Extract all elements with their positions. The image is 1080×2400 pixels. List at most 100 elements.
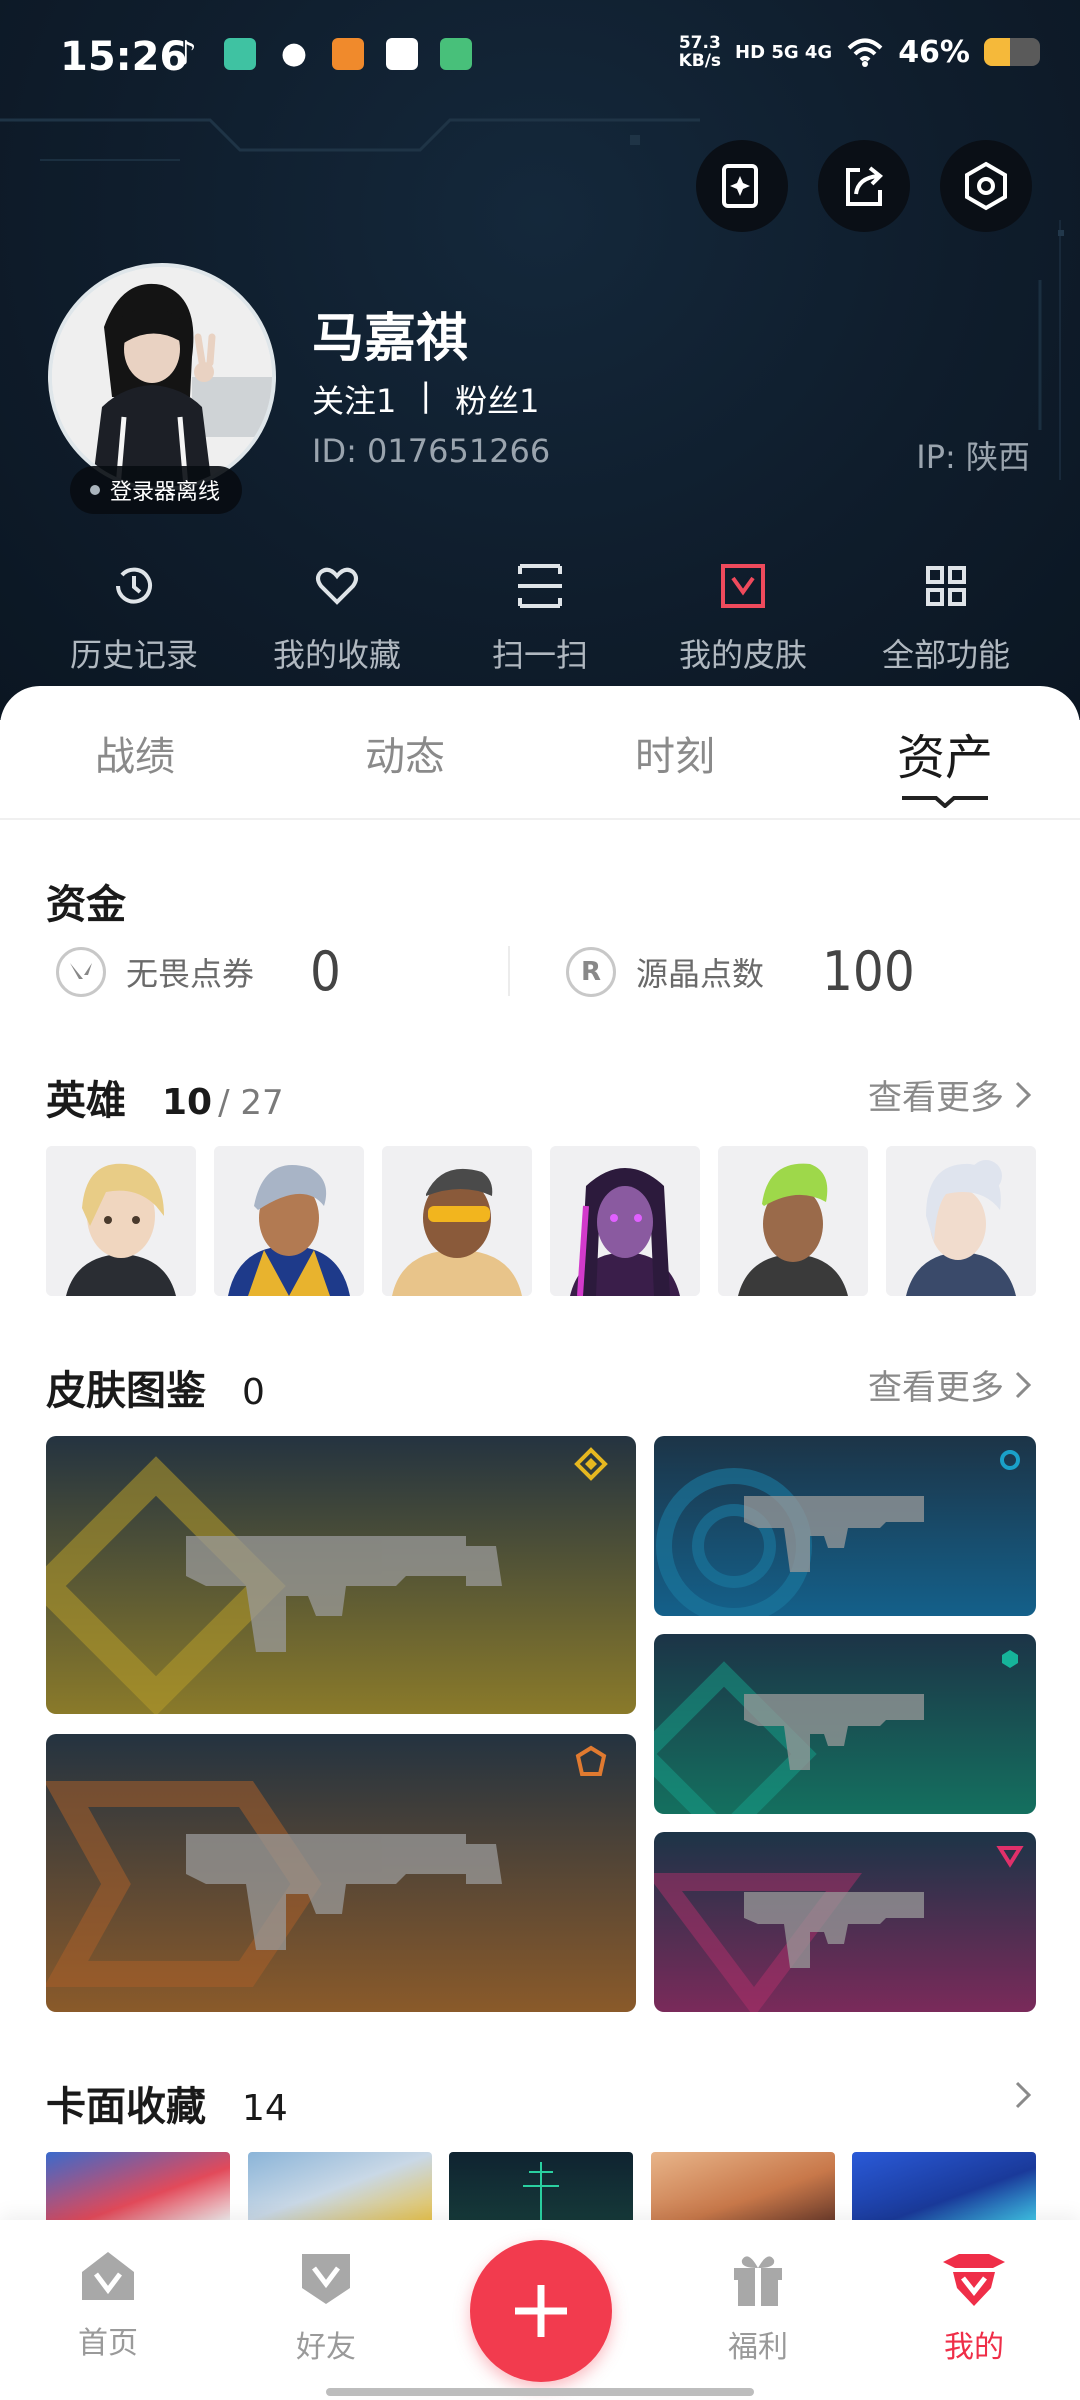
- friends-icon: [302, 2254, 350, 2304]
- chevron-right-icon: [1015, 1371, 1032, 1398]
- cards-count: 14: [242, 2088, 288, 2129]
- skins-title: 皮肤图鉴: [46, 1368, 206, 1414]
- notification-icons: ♪ ●: [170, 36, 472, 71]
- fund-value: 0: [310, 940, 341, 1003]
- radianite-icon: R: [566, 946, 616, 997]
- share-button[interactable]: [818, 140, 910, 232]
- heroes-total: / 27: [218, 1083, 284, 1123]
- player-card[interactable]: [247, 2152, 432, 2222]
- status-right: 57.3 KB/s HD 5G 4G 46%: [679, 34, 1040, 70]
- qq-icon: ●: [280, 36, 308, 71]
- fund-radianite: R 源晶点数 100: [566, 940, 915, 1003]
- card-list: [46, 2152, 1036, 2222]
- hero-portrait[interactable]: [214, 1146, 364, 1296]
- player-card[interactable]: [46, 2152, 230, 2222]
- hero-portrait[interactable]: [886, 1146, 1036, 1296]
- quick-action-favorites[interactable]: 我的收藏: [237, 560, 437, 676]
- skins-header: 皮肤图鉴 0: [46, 1358, 265, 1416]
- quick-actions: 历史记录 我的收藏 扫一扫 我的皮肤 全部功能: [34, 560, 1046, 676]
- quick-action-scan[interactable]: 扫一扫: [440, 560, 640, 676]
- hero-portrait[interactable]: [382, 1146, 532, 1296]
- history-icon: [116, 567, 152, 604]
- wifi-icon: [847, 38, 883, 67]
- gift-icon: [734, 2256, 782, 2306]
- tab-record[interactable]: 战绩: [0, 686, 270, 818]
- gesture-bar[interactable]: [326, 2388, 754, 2396]
- user-name: 马嘉祺: [312, 309, 469, 369]
- network-signal-icon: HD 5G 4G: [735, 41, 833, 63]
- skin-card-green[interactable]: [654, 1634, 1036, 1814]
- nav-friends[interactable]: 好友: [256, 2248, 396, 2366]
- heroes-see-more[interactable]: 查看更多: [868, 1070, 1032, 1119]
- hero-portrait[interactable]: [46, 1146, 196, 1296]
- fans-count[interactable]: 粉丝1: [455, 376, 539, 422]
- app-notification-icon: [332, 38, 364, 70]
- avatar[interactable]: [48, 263, 276, 491]
- chevron-right-icon: [1015, 1081, 1032, 1108]
- grid-icon: [926, 566, 966, 606]
- valorant-points-icon: [56, 946, 106, 997]
- cards-title: 卡面收藏: [46, 2084, 206, 2130]
- home-icon: [82, 2252, 134, 2300]
- tab-moments[interactable]: 时刻: [540, 686, 810, 818]
- app-notification-icon: [440, 38, 472, 70]
- tab-feed[interactable]: 动态: [270, 686, 540, 818]
- settings-button[interactable]: [940, 140, 1032, 232]
- scan-icon: [518, 564, 562, 608]
- net-speed: 57.3 KB/s: [678, 33, 722, 71]
- edit-card-button[interactable]: [696, 140, 788, 232]
- player-card[interactable]: [650, 2152, 835, 2222]
- skins-see-more[interactable]: 查看更多: [868, 1360, 1032, 1409]
- battery-percent: 46%: [898, 34, 970, 70]
- create-post-button[interactable]: [470, 2240, 612, 2382]
- skin-card-orange[interactable]: [46, 1734, 636, 2012]
- follow-stats: 关注1 | 粉丝1: [312, 376, 540, 422]
- funds-title: 资金: [46, 882, 126, 928]
- player-card[interactable]: [852, 2152, 1036, 2222]
- status-time: 15:26: [60, 34, 188, 80]
- quick-action-history[interactable]: 历史记录: [34, 560, 234, 676]
- chevron-right-icon: [1015, 2081, 1032, 2109]
- launcher-status-badge: 登录器离线: [70, 466, 243, 514]
- user-id: ID: 017651266: [312, 432, 551, 470]
- offline-dot-icon: [90, 485, 100, 495]
- fund-value: 100: [822, 940, 915, 1003]
- nav-profile[interactable]: 我的: [904, 2248, 1044, 2366]
- skins-count: 0: [242, 1372, 265, 1413]
- heroes-owned: 10: [162, 1082, 213, 1123]
- edit-card-icon: [722, 164, 758, 208]
- ip-location: IP: 陕西: [916, 438, 1030, 476]
- skin-card-gold[interactable]: [46, 1436, 636, 1714]
- cards-see-more[interactable]: [1014, 2080, 1032, 2110]
- profile-header: 15:26 ♪ ● 57.3 KB/s HD 5G 4G 46% 登录器离线 马…: [0, 0, 1080, 720]
- nav-home[interactable]: 首页: [38, 2248, 178, 2362]
- stats-separator: |: [420, 376, 432, 414]
- fund-valorant-points: 无畏点券 0: [56, 940, 341, 1003]
- active-tab-indicator: [902, 796, 988, 808]
- following-count[interactable]: 关注1: [312, 376, 396, 422]
- share-icon: [846, 166, 883, 206]
- profile-icon: [943, 2254, 1005, 2306]
- battery-icon: [984, 38, 1040, 66]
- nav-welfare[interactable]: 福利: [688, 2248, 828, 2366]
- heroes-header: 英雄 10 / 27: [46, 1068, 284, 1126]
- app-notification-icon: [224, 38, 256, 70]
- tab-assets[interactable]: 资产: [810, 686, 1080, 818]
- hero-list: [46, 1146, 1036, 1296]
- quick-action-all-functions[interactable]: 全部功能: [846, 560, 1046, 676]
- heart-icon: [316, 567, 358, 605]
- profile-tabs: 战绩 动态 时刻 资产: [0, 686, 1080, 820]
- status-bar: 15:26 ♪ ● 57.3 KB/s HD 5G 4G 46%: [0, 0, 1080, 110]
- skin-icon: [721, 564, 765, 608]
- hero-portrait[interactable]: [550, 1146, 700, 1296]
- heroes-title: 英雄: [46, 1078, 126, 1124]
- fund-divider: [508, 946, 510, 996]
- quick-action-my-skins[interactable]: 我的皮肤: [643, 560, 843, 676]
- telegram-icon: [386, 38, 418, 70]
- gear-icon: [965, 161, 1007, 211]
- hero-portrait[interactable]: [718, 1146, 868, 1296]
- player-card[interactable]: [449, 2152, 633, 2222]
- skin-card-blue[interactable]: [654, 1436, 1036, 1616]
- skin-card-pink[interactable]: [654, 1832, 1036, 2012]
- avatar-photo: [52, 267, 272, 487]
